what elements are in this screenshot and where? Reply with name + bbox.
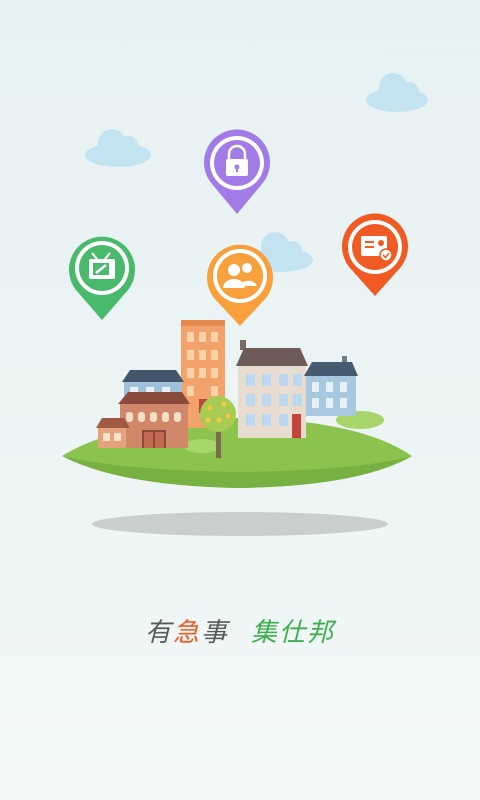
house-gray-right — [236, 340, 308, 438]
house-small-front — [96, 418, 130, 448]
house-blue-right — [304, 356, 358, 416]
cloud-top-right — [366, 73, 428, 112]
lock-pin[interactable] — [203, 129, 270, 214]
splash-illustration — [62, 73, 428, 536]
slogan-part-3: 事 — [201, 618, 230, 648]
slogan-part-2: 急 — [172, 618, 201, 648]
slogan-brand: 集仕邦 — [251, 618, 336, 648]
slogan-part-1: 有 — [144, 618, 173, 648]
tv-repair-pin[interactable] — [69, 236, 135, 320]
cloud-left — [85, 129, 151, 167]
people-pin[interactable] — [206, 244, 273, 326]
house-brown-left — [118, 392, 190, 448]
id-card-pin[interactable] — [341, 213, 408, 296]
slogan: 有急事 集仕邦 — [0, 612, 480, 649]
island-shadow — [92, 512, 388, 536]
